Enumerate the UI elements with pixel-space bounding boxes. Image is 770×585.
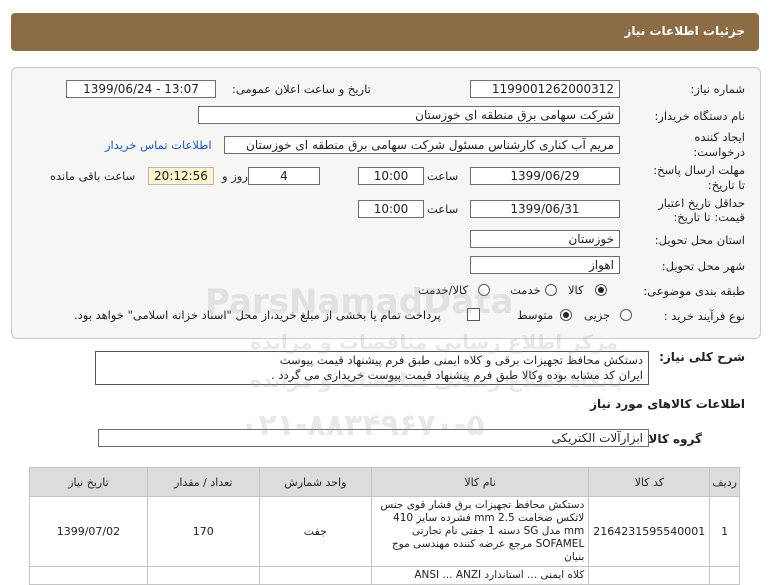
buyer-contact-link[interactable]: اطلاعات تماس خریدار <box>105 138 212 152</box>
row-number: 1 <box>709 496 740 567</box>
watermark-brand: ParsNamadData <box>205 282 514 322</box>
city-label: شهر محل تحویل: <box>661 259 745 273</box>
col-code: کد کالا <box>588 467 711 497</box>
col-name: نام کالا <box>370 467 590 497</box>
item-unit: جفت <box>258 496 372 567</box>
buyer-org-field[interactable]: شرکت سهامی برق منطقه ای خوزستان <box>198 106 620 124</box>
category-option-service: خدمت <box>510 283 541 297</box>
table-row[interactable]: 1 2164231595540001 دستکش محافظ تجهیزات ب… <box>29 496 740 567</box>
watermark-subtitle-1: مرکز اطلاع رسانی مناقصات و مزایده <box>250 330 619 354</box>
buyer-org-label: نام دستگاه خریدار: <box>654 109 745 123</box>
province-field[interactable]: خوزستان <box>470 230 620 248</box>
col-qty: تعداد / مقدار <box>146 467 260 497</box>
price-validity-label-line2: قیمت: تا تاریخ: <box>673 210 745 224</box>
announce-datetime-label: تاریخ و ساعت اعلان عمومی: <box>232 82 371 96</box>
creator-label-line2: درخواست: <box>693 145 745 159</box>
description-label: شرح کلی نیاز: <box>659 350 745 364</box>
process-radio-minor[interactable] <box>620 309 632 321</box>
province-label: استان محل تحویل: <box>654 233 745 247</box>
city-field[interactable]: اهواز <box>470 256 620 274</box>
remaining-time-label: ساعت باقی مانده <box>50 169 136 183</box>
reply-time-field[interactable]: 10:00 <box>358 167 424 185</box>
announce-datetime-field[interactable]: 1399/06/24 - 13:07 <box>66 80 216 98</box>
goods-table: ردیف کد کالا نام کالا واحد شمارش تعداد /… <box>29 467 740 585</box>
item-name: دستکش محافظ تجهیزات برق فشار قوی جنس لات… <box>370 496 590 567</box>
goods-group-label: گروه کالا: <box>643 432 702 446</box>
goods-table-header: ردیف کد کالا نام کالا واحد شمارش تعداد /… <box>29 467 740 497</box>
process-radio-medium[interactable] <box>560 309 572 321</box>
category-radio-goods[interactable] <box>595 284 607 296</box>
process-option-minor: جزیی <box>584 308 611 322</box>
col-row: ردیف <box>709 467 740 497</box>
category-label: طبقه بندی موضوعی: <box>643 284 745 298</box>
reply-deadline-label-line1: مهلت ارسال پاسخ: <box>653 163 745 177</box>
days-label: روز و <box>222 169 248 183</box>
watermark-subtitle-2: پایگاه اطلاع رسانی مناقصات و مزایده <box>250 368 623 392</box>
creator-label-line1: ایجاد کننده <box>694 130 745 144</box>
col-unit: واحد شمارش <box>258 467 372 497</box>
watermark-phone: ۰۲۱-۸۸۳۴۹۶۷۰-۵ <box>240 408 485 443</box>
need-number-field[interactable]: 1199001262000312 <box>470 80 620 98</box>
need-number-label: شماره نیاز: <box>690 82 745 96</box>
item-date: 1399/07/02 <box>29 496 148 567</box>
page-header: جزئیات اطلاعات نیاز <box>11 13 759 51</box>
days-remaining-field[interactable]: 4 <box>248 167 320 185</box>
creator-field[interactable]: مریم آب کناری کارشناس مسئول شرکت سهامی ب… <box>224 136 620 154</box>
table-row-partial[interactable]: کلاه ایمنی ... استاندارد ANSI ... ANZI <box>29 566 740 585</box>
category-radio-service[interactable] <box>545 284 557 296</box>
page-title: جزئیات اطلاعات نیاز <box>624 24 745 38</box>
reply-deadline-label-line2: تا تاریخ: <box>707 178 745 192</box>
reply-date-field[interactable]: 1399/06/29 <box>470 167 620 185</box>
col-date: تاریخ نیاز <box>29 467 148 497</box>
remaining-time-counter: 20:12:56 <box>148 167 214 185</box>
validity-time-field[interactable]: 10:00 <box>358 200 424 218</box>
validity-date-field[interactable]: 1399/06/31 <box>470 200 620 218</box>
category-option-goods: کالا <box>568 283 584 297</box>
item-name-partial: کلاه ایمنی ... استاندارد ANSI ... ANZI <box>370 566 590 585</box>
item-code: 2164231595540001 <box>588 496 711 567</box>
process-option-medium: متوسط <box>517 308 554 322</box>
item-qty: 170 <box>146 496 260 567</box>
reply-time-label: ساعت <box>427 169 459 183</box>
goods-section-title: اطلاعات کالاهای مورد نیاز <box>590 397 745 411</box>
process-label: نوع فرآیند خرید : <box>663 309 745 323</box>
validity-time-label: ساعت <box>427 202 459 216</box>
description-line1: دستکش محافظ تجهیزات برقی و کلاه ایمنی طب… <box>279 353 643 367</box>
price-validity-label-line1: حداقل تاریخ اعتبار <box>658 196 745 210</box>
